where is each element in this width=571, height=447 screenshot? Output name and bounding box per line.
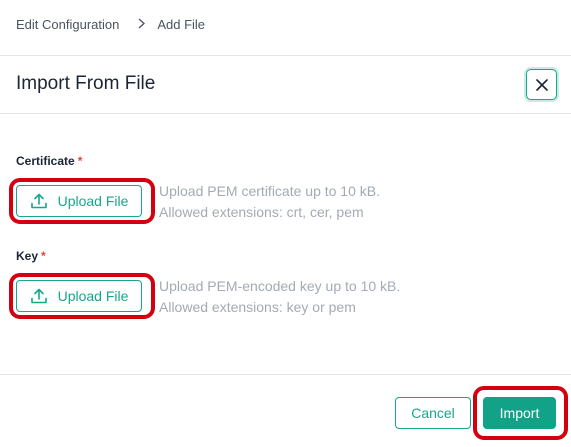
required-marker: * xyxy=(41,249,46,263)
import-file-dialog: Edit Configuration Add File Import From … xyxy=(0,0,571,447)
certificate-label-text: Certificate xyxy=(16,154,75,168)
key-label-text: Key xyxy=(16,249,39,263)
breadcrumb-divider xyxy=(0,55,571,56)
key-hint-extensions: Allowed extensions: key or pem xyxy=(159,299,356,315)
footer-divider xyxy=(0,374,571,375)
key-hint: Upload PEM-encoded key up to 10 kB. Allo… xyxy=(159,276,400,318)
key-hint-size: Upload PEM-encoded key up to 10 kB. xyxy=(159,278,401,294)
close-icon xyxy=(535,78,548,91)
key-upload-button[interactable]: Upload File xyxy=(16,280,142,312)
certificate-hint-extensions: Allowed extensions: crt, cer, pem xyxy=(159,204,364,220)
upload-icon xyxy=(30,287,48,305)
import-button[interactable]: Import xyxy=(483,397,556,429)
dialog-title: Import From File xyxy=(16,73,156,94)
key-label: Key * xyxy=(16,249,46,263)
chevron-right-icon xyxy=(138,18,146,31)
certificate-hint: Upload PEM certificate up to 10 kB. Allo… xyxy=(159,181,380,223)
breadcrumb: Edit Configuration Add File xyxy=(16,17,205,32)
certificate-upload-button[interactable]: Upload File xyxy=(16,185,142,217)
close-button[interactable] xyxy=(526,69,557,100)
breadcrumb-edit-configuration[interactable]: Edit Configuration xyxy=(16,17,119,32)
certificate-label: Certificate * xyxy=(16,154,82,168)
cancel-button[interactable]: Cancel xyxy=(395,397,471,429)
upload-icon xyxy=(30,192,48,210)
certificate-upload-label: Upload File xyxy=(57,193,129,209)
header-divider xyxy=(0,113,571,114)
certificate-hint-size: Upload PEM certificate up to 10 kB. xyxy=(159,183,380,199)
key-upload-label: Upload File xyxy=(57,288,129,304)
breadcrumb-add-file: Add File xyxy=(157,17,206,32)
required-marker: * xyxy=(77,154,83,168)
